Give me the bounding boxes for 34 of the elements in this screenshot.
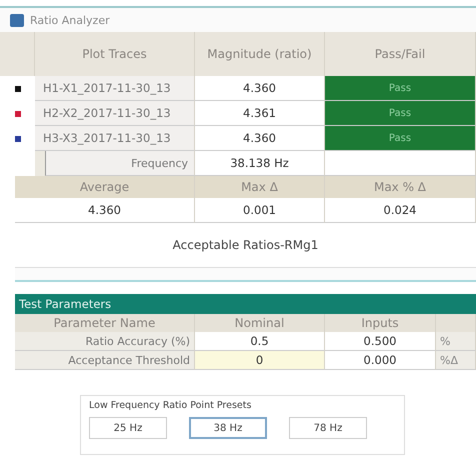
input-field[interactable]: 0.500 [325, 332, 436, 351]
table-cell: % [436, 332, 476, 351]
preset-button[interactable]: 25 Hz [89, 417, 167, 439]
table-cell: H3-X3_2017-11-30_13 [35, 126, 195, 151]
table-cell: H1-X1_2017-11-30_13 [35, 76, 195, 101]
status-cell: Pass [325, 126, 476, 151]
window-title: Ratio Analyzer [30, 14, 110, 26]
preset-button[interactable]: 78 Hz [289, 417, 367, 439]
table-cell: Ratio Accuracy (%) [15, 332, 195, 351]
table-cell: 4.360 [195, 126, 325, 151]
column-header: Plot Traces [35, 32, 195, 76]
status-cell: Pass [325, 101, 476, 126]
table-cell: Frequency [45, 151, 195, 176]
column-header: Pass/Fail [325, 32, 476, 76]
table-cell: 0 [195, 351, 325, 370]
table-cell: 0.001 [195, 198, 325, 223]
table-cell: %Δ [436, 351, 476, 370]
table-cell: 0.5 [195, 332, 325, 351]
table-cell: 4.360 [195, 76, 325, 101]
table-cell: 4.361 [195, 101, 325, 126]
table-cell: 0.024 [325, 198, 476, 223]
column-header: Magnitude (ratio) [195, 32, 325, 76]
table-cell: 4.360 [15, 198, 195, 223]
input-field[interactable]: 0.000 [325, 351, 436, 370]
section-label: Acceptable Ratios-RMg1 [172, 238, 318, 252]
group-title: Low Frequency Ratio Point Presets [89, 400, 252, 411]
app-icon [10, 14, 24, 26]
table-cell: Acceptance Threshold [15, 351, 195, 370]
preset-button[interactable]: 38 Hz [189, 417, 267, 439]
table-cell: 38.138 Hz [195, 151, 325, 176]
table-cell: H2-X2_2017-11-30_13 [35, 101, 195, 126]
status-cell: Pass [325, 76, 476, 101]
section-title: Test Parameters [19, 297, 112, 311]
header-cell [0, 32, 35, 76]
